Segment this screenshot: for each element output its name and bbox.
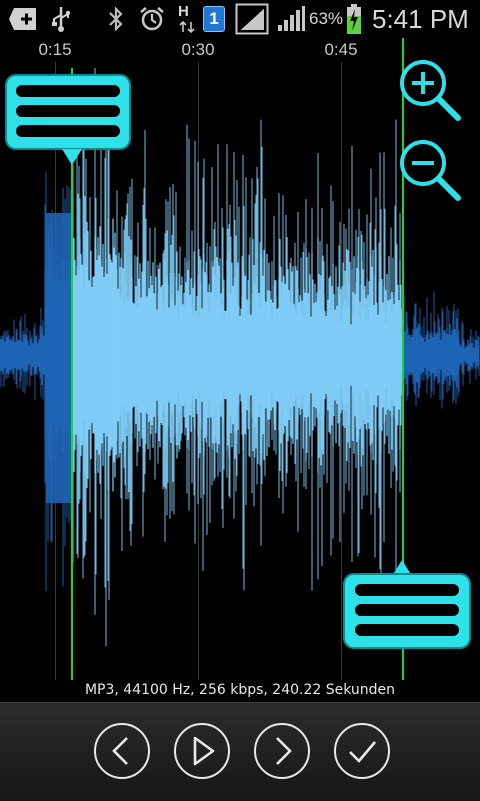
usb-icon: [52, 7, 71, 32]
file-info-label: MP3, 44100 Hz, 256 kbps, 240.22 Sekunden: [84, 682, 396, 698]
play-icon: [193, 736, 215, 766]
chevron-right-icon: [276, 737, 292, 765]
network-h-label: H: [178, 3, 189, 20]
playback-controls: [0, 702, 480, 801]
next-button[interactable]: [254, 723, 310, 779]
waveform-editor[interactable]: 0:15 0:30 0:45: [0, 38, 480, 680]
battery-charging-icon: [347, 4, 361, 34]
battery-percent: 63%: [309, 9, 344, 28]
zoom-out-icon[interactable]: [398, 138, 464, 204]
zoom-in-icon[interactable]: [398, 58, 464, 124]
chevron-left-icon: [112, 737, 128, 765]
play-button[interactable]: [174, 723, 230, 779]
signal-box-icon: [235, 3, 269, 35]
plus-box-icon: [9, 8, 36, 30]
end-marker-handle[interactable]: [342, 556, 472, 652]
network-arrows-icon: [179, 20, 195, 34]
bluetooth-icon: [109, 6, 123, 32]
start-marker-handle[interactable]: [4, 73, 132, 169]
alarm-clock-icon: [140, 7, 164, 31]
clock: 5:41 PM: [372, 4, 469, 34]
sim-badge-number: 1: [209, 9, 219, 28]
waveform-dense-region: [46, 213, 71, 503]
checkmark-icon: [349, 741, 376, 763]
save-button[interactable]: [334, 723, 390, 779]
previous-button[interactable]: [94, 723, 150, 779]
status-bar: H 1 63% 5:41 PM: [0, 0, 480, 38]
sim-badge-icon: 1: [203, 6, 225, 32]
signal-icon: [278, 6, 305, 31]
